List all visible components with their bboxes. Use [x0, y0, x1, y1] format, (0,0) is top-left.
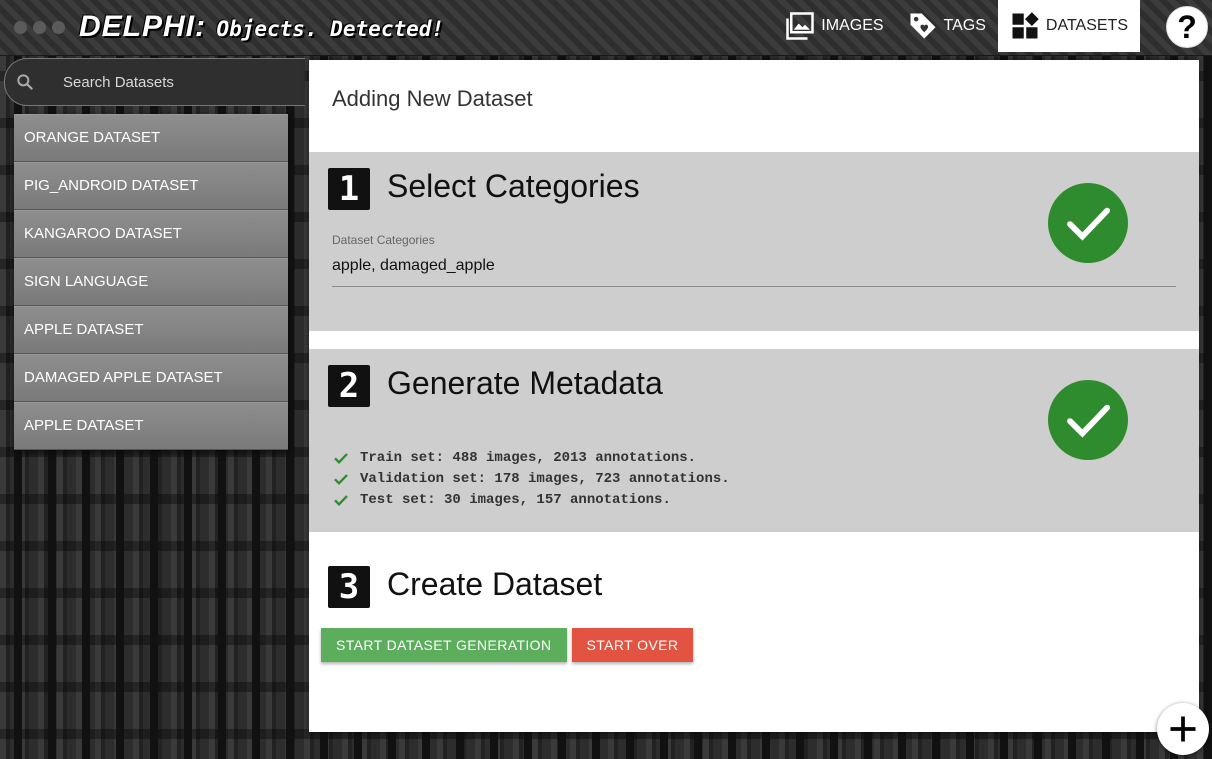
- step-complete-check-icon: [1048, 183, 1128, 263]
- window-zoom-dot[interactable]: [52, 21, 65, 34]
- search-input[interactable]: [61, 72, 285, 92]
- step-create-dataset: 3 Create Dataset: [309, 550, 1199, 640]
- dataset-item[interactable]: KANGAROO DATASET: [14, 210, 288, 258]
- list-item: Test set: 30 images, 157 annotations.: [333, 489, 730, 510]
- check-icon: [334, 473, 348, 485]
- dataset-item[interactable]: ORANGE DATASET: [14, 114, 288, 162]
- help-icon: ?: [1177, 8, 1197, 45]
- add-dataset-button[interactable]: [1157, 703, 1209, 755]
- step-complete-check-icon: [1048, 380, 1128, 460]
- search-bar: [4, 58, 305, 106]
- dataset-list: ORANGE DATASET PIG_ANDROID DATASET KANGA…: [14, 114, 288, 450]
- check-icon: [334, 494, 348, 506]
- step-generate-metadata: 2 Generate Metadata Train set: 488 image…: [309, 349, 1199, 532]
- app-name: DELPHI:: [79, 10, 206, 43]
- step-number-badge: 3: [328, 566, 370, 608]
- dataset-item[interactable]: DAMAGED APPLE DATASET: [14, 354, 288, 402]
- dataset-item[interactable]: APPLE DATASET: [14, 402, 288, 450]
- step-title: Select Categories: [387, 168, 640, 204]
- dataset-item[interactable]: APPLE DATASET: [14, 306, 288, 354]
- dataset-item[interactable]: PIG_ANDROID DATASET: [14, 162, 288, 210]
- plus-icon: [1170, 716, 1196, 742]
- window-close-dot[interactable]: [14, 21, 27, 34]
- search-icon: [17, 74, 33, 90]
- nav-images-label: IMAGES: [821, 17, 884, 34]
- tags-icon: [910, 13, 936, 39]
- step-actions: START DATASET GENERATION START OVER: [321, 628, 694, 662]
- datasets-icon: [1012, 12, 1039, 39]
- app-brand: DELPHI: Objects. Detected!: [79, 10, 444, 44]
- nav-datasets-label: DATASETS: [1045, 17, 1128, 34]
- images-icon: [786, 12, 815, 40]
- window-minimize-dot[interactable]: [33, 21, 46, 34]
- metadata-test-set: Test set: 30 images, 157 annotations.: [360, 491, 671, 508]
- metadata-validation-set: Validation set: 178 images, 723 annotati…: [360, 470, 730, 487]
- nav-images[interactable]: IMAGES: [773, 0, 895, 52]
- list-item: Validation set: 178 images, 723 annotati…: [333, 468, 730, 489]
- field-underline: [332, 286, 1176, 287]
- step-title: Generate Metadata: [387, 365, 663, 401]
- start-dataset-generation-button[interactable]: START DATASET GENERATION: [321, 628, 567, 662]
- nav-tags[interactable]: TAGS: [896, 0, 998, 52]
- step-select-categories: 1 Select Categories Dataset Categories a…: [309, 152, 1199, 331]
- step-title: Create Dataset: [387, 566, 603, 602]
- top-bar: DELPHI: Objects. Detected! IMAGES TAGS D…: [0, 0, 1212, 56]
- dataset-item[interactable]: SIGN LANGUAGE: [14, 258, 288, 306]
- categories-field-label: Dataset Categories: [332, 233, 435, 247]
- nav-tags-label: TAGS: [943, 17, 986, 34]
- step-number-badge: 2: [328, 365, 370, 407]
- panel-title: Adding New Dataset: [332, 86, 533, 111]
- nav-datasets[interactable]: DATASETS: [997, 0, 1140, 52]
- step-number-badge: 1: [328, 168, 370, 210]
- new-dataset-panel: Adding New Dataset 1 Select Categories D…: [309, 60, 1199, 732]
- check-icon: [334, 452, 348, 464]
- window-controls: [14, 21, 65, 34]
- metadata-summary-list: Train set: 488 images, 2013 annotations.…: [333, 447, 730, 510]
- categories-field[interactable]: apple, damaged_apple: [332, 257, 495, 275]
- app-tagline: Objects. Detected!: [216, 17, 445, 41]
- metadata-train-set: Train set: 488 images, 2013 annotations.: [360, 449, 697, 466]
- list-item: Train set: 488 images, 2013 annotations.: [333, 447, 730, 468]
- main-nav: IMAGES TAGS DATASETS: [773, 0, 1140, 52]
- help-button[interactable]: ?: [1166, 6, 1208, 48]
- start-over-button[interactable]: START OVER: [571, 628, 694, 662]
